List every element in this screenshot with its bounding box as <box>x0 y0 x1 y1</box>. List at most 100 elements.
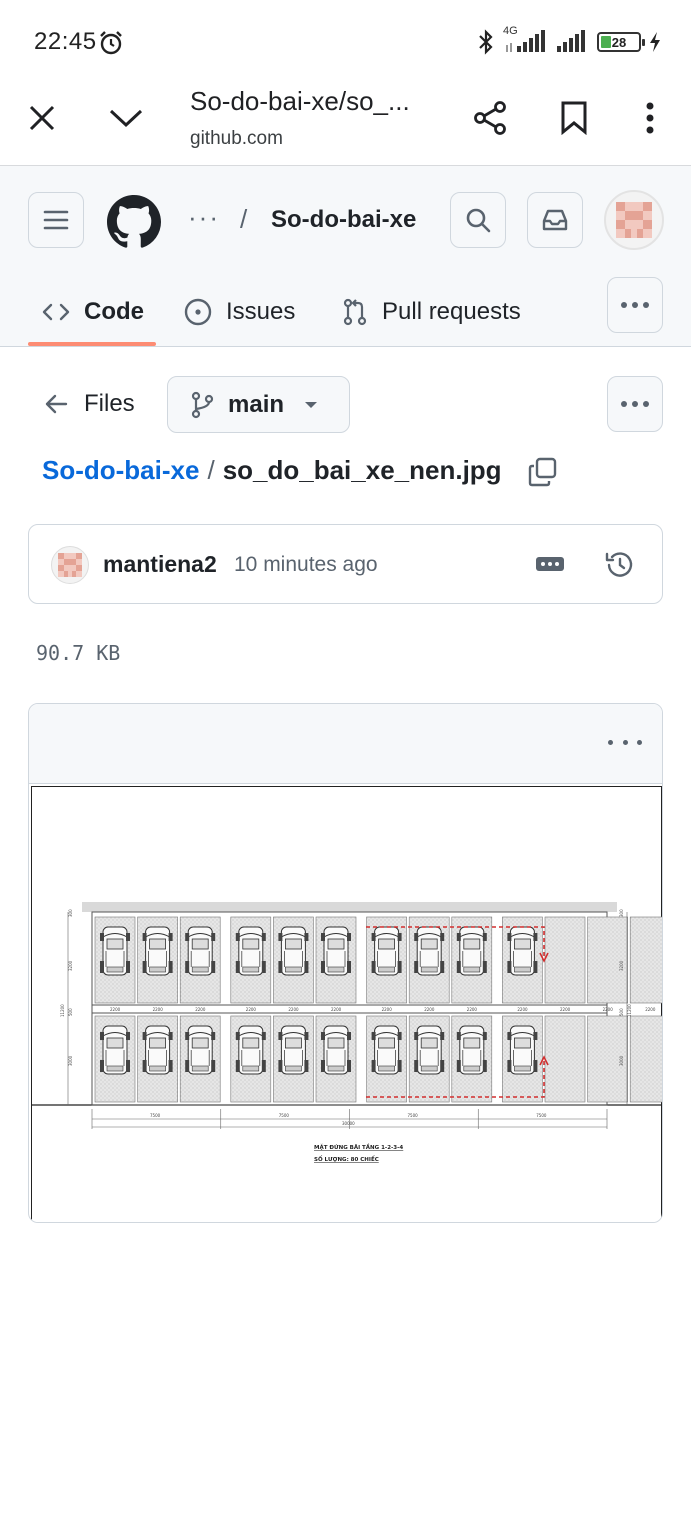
tab-pull-requests-label: Pull requests <box>382 298 521 325</box>
tab-code-label: Code <box>84 298 144 325</box>
blob-image[interactable]: 2200 2200 2200 2200 2200 2200 2200 2200 2200 2200… <box>31 786 662 1222</box>
history-icon[interactable] <box>604 549 636 581</box>
signal-icon-4g: 4G <box>503 25 547 55</box>
commit-author-avatar[interactable] <box>51 546 89 584</box>
section-dimension: 7500 <box>279 1113 290 1118</box>
files-back-link[interactable]: Files <box>44 384 135 424</box>
bay-dimension: 2200 <box>645 1007 656 1012</box>
more-vert-icon[interactable] <box>630 98 670 138</box>
bay-dimension: 2200 <box>195 1007 206 1012</box>
section-dimension: 7500 <box>150 1113 161 1118</box>
github-logo-icon[interactable] <box>107 195 161 249</box>
bay-dimension: 2200 <box>110 1007 121 1012</box>
search-icon <box>466 208 491 233</box>
car <box>142 1025 174 1075</box>
status-icons: 4G 28 <box>477 25 661 56</box>
file-size: 90.7 KB <box>36 641 121 665</box>
dim-right-b: 3000 <box>619 1055 624 1066</box>
section-dimension: 7500 <box>536 1113 547 1118</box>
breadcrumb-repo[interactable]: So-do-bai-xe <box>271 206 416 234</box>
charging-icon <box>650 32 660 52</box>
kebab-icon <box>621 302 649 308</box>
file-more-button[interactable] <box>607 376 663 432</box>
parking-bay <box>587 916 628 1004</box>
car <box>320 1025 352 1075</box>
copy-icon[interactable] <box>527 456 559 488</box>
issue-icon <box>184 298 212 326</box>
parking-bay <box>629 1015 662 1103</box>
car <box>99 1025 131 1075</box>
bay-dimension: 2200 <box>424 1007 435 1012</box>
tab-pull-requests[interactable]: Pull requests <box>342 278 521 346</box>
tab-issues-label: Issues <box>226 298 296 325</box>
user-avatar[interactable] <box>604 190 664 250</box>
car <box>413 926 445 976</box>
path-file-name: so_do_bai_xe_nen.jpg <box>222 455 502 485</box>
latest-commit-box: mantiena2 10 minutes ago <box>28 524 663 604</box>
git-branch-icon <box>191 391 214 418</box>
inbox-button[interactable] <box>527 192 583 248</box>
drawing-title: MẶT ĐỨNG BÃI TẦNG 1-2-3-4 <box>314 1142 403 1151</box>
viewer-more-button[interactable] <box>608 732 642 752</box>
car <box>235 926 267 976</box>
car <box>320 926 352 976</box>
car <box>142 926 174 976</box>
section-dimension: 7500 <box>408 1113 419 1118</box>
car <box>506 926 538 976</box>
share-icon[interactable] <box>470 98 510 138</box>
kebab-icon <box>621 401 649 407</box>
car <box>456 926 488 976</box>
battery-icon: 28 <box>597 32 645 52</box>
dim-left-mid: 500 <box>68 1008 73 1016</box>
file-path-breadcrumb: So-do-bai-xe / so_do_bai_xe_nen.jpg <box>42 455 502 486</box>
search-button[interactable] <box>450 192 506 248</box>
browser-url[interactable]: github.com <box>190 128 283 150</box>
alarm-icon <box>100 31 122 55</box>
bluetooth-icon <box>479 29 493 55</box>
chevron-down-icon[interactable] <box>106 98 146 138</box>
status-time: 22:45 <box>34 28 97 55</box>
branch-selector[interactable]: main <box>167 376 350 433</box>
commit-author[interactable]: mantiena2 <box>103 551 217 578</box>
branch-name: main <box>228 390 285 418</box>
tab-code[interactable]: Code <box>42 278 144 346</box>
dim-right-top: 300 <box>619 909 624 917</box>
arrow-left-icon <box>45 394 68 414</box>
parking-bay <box>629 916 662 1004</box>
dim-right-mid: 500 <box>619 1008 624 1016</box>
car <box>371 926 403 976</box>
car <box>277 926 309 976</box>
signal-icon <box>557 30 585 52</box>
files-label: Files <box>84 390 135 417</box>
car <box>371 1025 403 1075</box>
tabs-more-button[interactable] <box>607 277 663 333</box>
parking-elevation-drawing: 2200 2200 2200 2200 2200 2200 2200 2200 2200 2200… <box>32 902 662 1163</box>
car <box>235 1025 267 1075</box>
caret-down-icon <box>305 401 318 408</box>
commit-time: 10 minutes ago <box>234 553 378 576</box>
car <box>184 926 216 976</box>
bay-dimension: 2200 <box>382 1007 393 1012</box>
dim-left-top: 300 <box>68 909 73 917</box>
path-repo-link[interactable]: So-do-bai-xe <box>42 455 199 486</box>
menu-button[interactable] <box>28 192 84 248</box>
drawing-subtitle: SỐ LƯỢNG: 80 CHIẾC <box>314 1155 379 1163</box>
code-icon <box>42 303 70 321</box>
browser-page-title[interactable]: So-do-bai-xe/so_... <box>190 86 420 117</box>
car <box>277 1025 309 1075</box>
bay-dimension: 2200 <box>560 1007 571 1012</box>
tab-issues[interactable]: Issues <box>184 278 295 346</box>
viewer-header <box>29 704 662 784</box>
bookmark-icon[interactable] <box>554 98 594 138</box>
active-tab-indicator <box>28 342 156 346</box>
parking-bay <box>544 916 586 1004</box>
close-icon[interactable] <box>22 98 62 138</box>
bay-dimension: 2200 <box>288 1007 299 1012</box>
commit-message-toggle[interactable] <box>536 557 564 571</box>
inbox-icon <box>542 209 568 231</box>
image-viewer: 2200 2200 2200 2200 2200 2200 2200 2200 2200 2200… <box>28 703 663 1223</box>
path-separator: / <box>207 455 215 485</box>
parking-bay <box>544 1015 586 1103</box>
github-header: ··· / So-do-bai-xe Code Issues Pull requ… <box>0 166 691 347</box>
breadcrumb-more[interactable]: ··· <box>188 202 220 233</box>
